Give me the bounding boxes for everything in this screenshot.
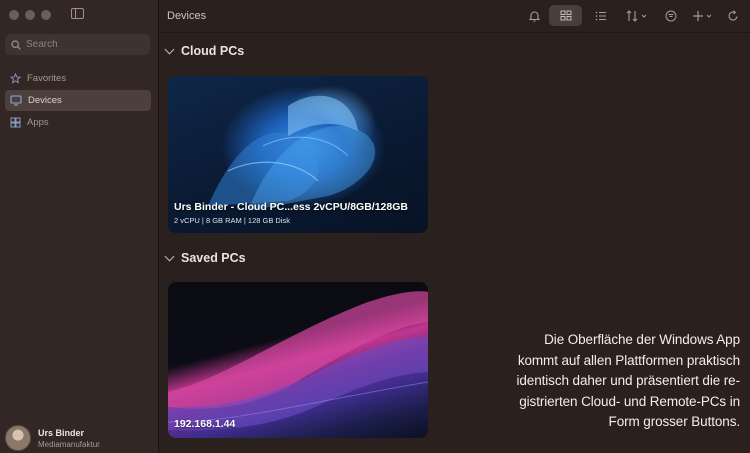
windows-wave-wallpaper <box>168 291 428 431</box>
user-profile[interactable]: Urs Binder Mediamanufaktur <box>5 425 100 451</box>
sidebar-item-label: Apps <box>27 117 49 128</box>
sidebar-item-label: Favorites <box>27 73 67 84</box>
sidebar-item-label: Devices <box>28 95 62 106</box>
window-controls <box>9 10 51 20</box>
refresh-button[interactable] <box>722 5 744 26</box>
sidebar: Favorites Devices Apps Urs Binder Mediam… <box>0 0 159 453</box>
cloud-pc-name: Urs Binder - Cloud PC...ess 2vCPU/8GB/12… <box>174 201 408 213</box>
filter-icon <box>665 10 677 21</box>
grid-view-icon <box>560 10 571 21</box>
page-title: Devices <box>167 10 207 22</box>
sidebar-nav: Favorites Devices Apps <box>5 68 151 134</box>
list-view-icon <box>595 11 606 20</box>
sort-icon <box>626 9 647 22</box>
sidebar-item-apps[interactable]: Apps <box>5 112 151 133</box>
saved-pc-card[interactable]: 192.168.1.44 <box>168 282 428 438</box>
search-icon <box>11 39 21 50</box>
notifications-button[interactable] <box>523 5 545 26</box>
zoom-window-button[interactable] <box>41 10 51 20</box>
toolbar-actions <box>523 5 744 26</box>
sort-button[interactable] <box>620 5 654 26</box>
list-view-button[interactable] <box>586 5 616 26</box>
caption-line: Form grosser Buttons. <box>608 414 741 429</box>
saved-pc-address: 192.168.1.44 <box>174 418 236 430</box>
section-saved-pcs-header[interactable]: Saved PCs <box>164 251 246 265</box>
cloud-pc-specs: 2 vCPU | 8 GB RAM | 128 GB Disk <box>174 216 291 225</box>
caption-line: gistrierten Cloud- und Remote-PCs in <box>519 393 740 409</box>
image-caption: Die Oberfläche der Windows App kommt auf… <box>460 330 741 433</box>
user-name: Urs Binder <box>38 427 85 438</box>
search-input[interactable] <box>26 39 136 50</box>
add-icon <box>693 10 712 21</box>
section-title: Saved PCs <box>181 251 246 265</box>
filter-button[interactable] <box>658 5 684 26</box>
toolbar-divider <box>160 32 750 33</box>
close-window-button[interactable] <box>9 10 19 20</box>
caption-line: kommt auf allen Plattformen praktisch <box>517 352 740 368</box>
chevron-down-icon[interactable] <box>164 44 175 54</box>
sidebar-item-favorites[interactable]: Favorites <box>5 68 151 89</box>
grid-view-button[interactable] <box>549 5 582 26</box>
minimize-window-button[interactable] <box>25 10 35 20</box>
section-cloud-pcs-header[interactable]: Cloud PCs <box>164 44 245 58</box>
search-field[interactable] <box>5 34 150 55</box>
add-button[interactable] <box>688 5 718 26</box>
caption-line: identisch daher und präsentiert die re- <box>516 373 741 388</box>
star-icon <box>10 73 21 84</box>
sidebar-item-devices[interactable]: Devices <box>5 90 151 111</box>
chevron-down-icon[interactable] <box>164 251 175 261</box>
cloud-pc-card[interactable]: Urs Binder - Cloud PC...ess 2vCPU/8GB/12… <box>168 76 428 233</box>
bell-icon <box>528 10 540 22</box>
monitor-icon <box>10 95 22 106</box>
sidebar-toggle-icon[interactable] <box>71 8 84 19</box>
caption-line: Die Oberfläche der Windows App <box>544 332 740 347</box>
section-title: Cloud PCs <box>181 44 245 58</box>
apps-grid-icon <box>10 117 21 128</box>
refresh-icon <box>728 9 738 20</box>
user-organization: Mediamanufaktur <box>38 439 100 449</box>
toolbar: Devices <box>160 0 750 32</box>
avatar <box>5 425 31 451</box>
